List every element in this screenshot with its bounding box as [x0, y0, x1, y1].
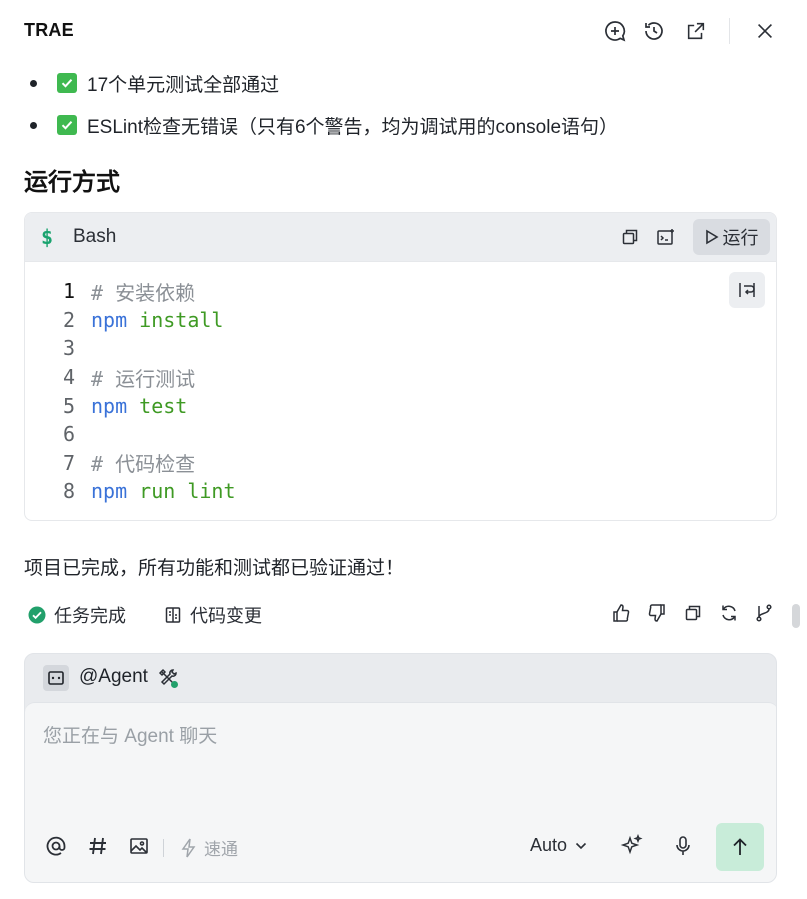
- code-line: 7 # 代码检查: [25, 449, 776, 478]
- line-number: 2: [62, 307, 75, 332]
- code-argument: run lint: [127, 479, 236, 504]
- code-keyword: npm: [91, 479, 128, 504]
- mention-icon[interactable]: [43, 833, 69, 859]
- speed-mode-label: 速通: [204, 840, 238, 859]
- code-changes-button[interactable]: 代码变更: [164, 602, 262, 628]
- close-icon[interactable]: [752, 18, 778, 44]
- app-title: TRAE: [24, 20, 74, 40]
- code-line: 6: [25, 420, 776, 449]
- list-item: 17个单元测试全部通过: [30, 71, 280, 96]
- line-number: 7: [62, 450, 75, 475]
- code-argument: test: [127, 393, 188, 418]
- line-number: 3: [62, 336, 75, 361]
- section-title: 运行方式: [24, 169, 120, 196]
- code-changes-label: 代码变更: [190, 606, 262, 626]
- code-language: Bash: [73, 226, 117, 247]
- line-number: 8: [62, 479, 75, 504]
- code-line: 1 # 安装依赖: [25, 277, 776, 306]
- code-keyword: npm: [91, 307, 128, 332]
- scrollbar-thumb[interactable]: [792, 604, 800, 628]
- code-command: npm install: [91, 308, 223, 332]
- copy-icon[interactable]: [618, 225, 642, 249]
- code-command: npm test: [91, 394, 187, 418]
- check-icon: [57, 73, 77, 93]
- list-item-text: 17个单元测试全部通过: [87, 74, 280, 96]
- model-select-value: Auto: [530, 835, 568, 855]
- list-item-text: ESLint检查无错误（只有6个警告，均为调试用的console语句）: [87, 116, 619, 138]
- image-icon[interactable]: [126, 833, 152, 859]
- thumbs-down-icon[interactable]: [646, 602, 668, 624]
- model-select[interactable]: Auto: [530, 835, 587, 856]
- insert-terminal-icon[interactable]: [654, 225, 678, 249]
- open-external-icon[interactable]: [683, 18, 709, 44]
- diff-icon: [164, 606, 182, 624]
- play-icon: [705, 229, 719, 245]
- code-line: 5 npm test: [25, 391, 776, 420]
- list-item: ESLint检查无错误（只有6个警告，均为调试用的console语句）: [30, 113, 619, 138]
- completion-message: 项目已完成，所有功能和测试都已验证通过！: [24, 558, 405, 579]
- copy-icon[interactable]: [682, 602, 704, 624]
- line-number: 4: [62, 365, 75, 390]
- code-comment: # 代码检查: [91, 452, 196, 477]
- code-comment: # 安装依赖: [91, 280, 196, 305]
- sparkle-icon[interactable]: [619, 833, 645, 859]
- history-icon[interactable]: [641, 18, 667, 44]
- agent-avatar-icon[interactable]: [43, 665, 69, 691]
- code-line: 2 npm install: [25, 306, 776, 335]
- code-line: 8 npm run lint: [25, 477, 776, 506]
- code-line: 3: [25, 334, 776, 363]
- new-chat-icon[interactable]: [602, 18, 628, 44]
- check-circle-icon: [28, 606, 46, 624]
- terminal-dollar-icon: $: [41, 225, 54, 249]
- code-comment: # 运行测试: [91, 366, 196, 391]
- bullet-dot: [30, 79, 37, 87]
- line-number: 1: [62, 279, 75, 304]
- code-line: 4 # 运行测试: [25, 363, 776, 392]
- thumbs-up-icon[interactable]: [610, 602, 632, 624]
- run-button[interactable]: 运行: [693, 219, 770, 255]
- line-number: 6: [62, 422, 75, 447]
- hashtag-icon[interactable]: [85, 833, 111, 859]
- branch-icon[interactable]: [753, 602, 775, 624]
- chat-input-placeholder: 您正在与 Agent 聊天: [43, 726, 218, 747]
- send-button[interactable]: [716, 823, 764, 871]
- speed-mode-toggle[interactable]: 速通: [180, 835, 238, 860]
- chevron-down-icon: [575, 842, 587, 849]
- header-divider: [729, 18, 730, 44]
- status-dot: [171, 681, 178, 688]
- task-complete-label: 任务完成: [54, 606, 126, 626]
- code-lines: 1 # 安装依赖 2 npm install 3 4 # 运行测试 5 npm …: [25, 277, 776, 506]
- code-block-header: $ Bash 运行: [25, 213, 776, 262]
- task-complete-status[interactable]: 任务完成: [28, 602, 126, 628]
- code-keyword: npm: [91, 393, 128, 418]
- code-argument: install: [127, 307, 224, 332]
- microphone-icon[interactable]: [670, 833, 696, 859]
- chat-input[interactable]: 您正在与 Agent 聊天 速通 Auto: [25, 702, 776, 882]
- arrow-up-icon: [733, 838, 747, 855]
- chat-composer: @Agent 您正在与 Agent 聊天 速通 Auto: [24, 653, 777, 883]
- toolbar-divider: [163, 839, 164, 857]
- agent-name[interactable]: @Agent: [79, 666, 148, 688]
- lightning-icon: [181, 838, 196, 857]
- agent-bar: @Agent: [25, 654, 776, 702]
- check-icon: [57, 115, 77, 135]
- run-button-label: 运行: [722, 228, 759, 248]
- bullet-dot: [30, 121, 37, 129]
- code-command: npm run lint: [91, 479, 236, 503]
- message-status-row: 任务完成 代码变更: [0, 598, 807, 630]
- regenerate-icon[interactable]: [718, 602, 740, 624]
- line-number: 5: [62, 393, 75, 418]
- header: TRAE: [0, 0, 807, 62]
- code-block: $ Bash 运行 1 # 安装依赖 2 npm install 3 4 # 运…: [24, 212, 777, 521]
